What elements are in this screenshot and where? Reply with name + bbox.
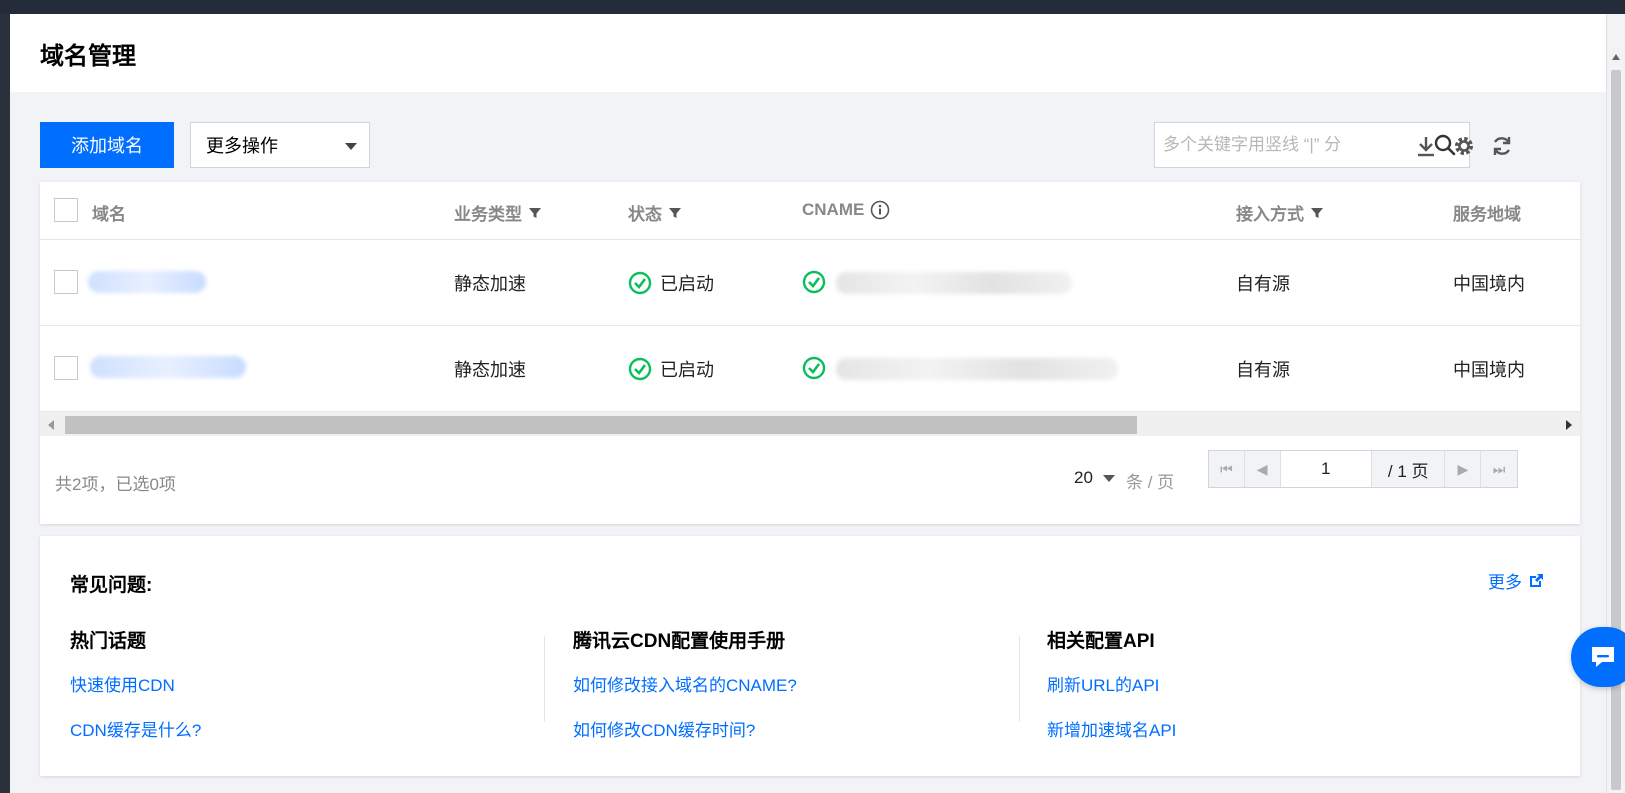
faq-link[interactable]: 刷新URL的API <box>1047 671 1507 696</box>
divider <box>1019 636 1020 722</box>
domain-management-dialog: 域名管理 添加域名 更多操作 多个关键字用竖线 “|” 分 域名 业务类型 状态… <box>10 14 1606 793</box>
column-header-domain: 域名 <box>92 205 126 224</box>
caret-down-icon <box>345 143 357 150</box>
divider <box>544 636 545 722</box>
domain-link-redacted[interactable] <box>88 271 206 293</box>
horizontal-scrollbar[interactable] <box>40 412 1580 436</box>
faq-column-heading: 腾讯云CDN配置使用手册 <box>573 631 786 652</box>
faq-link[interactable]: 如何修改接入域名的CNAME? <box>573 671 1033 696</box>
scroll-left-arrow-icon[interactable] <box>48 420 54 430</box>
prev-page-icon[interactable]: ◀ <box>1244 451 1281 487</box>
success-check-icon <box>628 271 652 295</box>
chat-support-button[interactable] <box>1571 627 1625 687</box>
scroll-up-arrow-icon[interactable] <box>1612 54 1620 60</box>
domain-table: 域名 业务类型 状态 CNAME 接入方式 服务地域 静态加速 已启动 自有源 … <box>40 182 1580 524</box>
faq-panel: 常见问题: 更多 热门话题 快速使用CDN CDN缓存是什么? 腾讯云CDN配置… <box>40 536 1580 776</box>
chat-bubble-icon <box>1592 647 1614 667</box>
biz-type-cell: 静态加速 <box>454 274 526 294</box>
last-page-icon[interactable]: ⏭ <box>1481 451 1517 487</box>
faq-more-link[interactable]: 更多 <box>1488 568 1544 593</box>
faq-link[interactable]: 如何修改CDN缓存时间? <box>573 716 1033 741</box>
table-header: 域名 业务类型 状态 CNAME 接入方式 服务地域 <box>40 182 1580 240</box>
external-link-icon <box>1530 573 1543 587</box>
faq-column-api: 相关配置API 刷新URL的API 新增加速域名API <box>1047 626 1507 761</box>
faq-column-heading: 热门话题 <box>70 631 147 652</box>
status-cell: 已启动 <box>628 270 714 296</box>
download-icon[interactable] <box>1414 134 1438 158</box>
filter-icon[interactable] <box>668 206 682 220</box>
column-header-biz-type: 业务类型 <box>454 200 542 225</box>
column-header-cname: CNAME <box>802 200 890 220</box>
selection-summary: 共2项，已选0项 <box>55 475 176 494</box>
column-header-access: 接入方式 <box>1236 200 1324 225</box>
table-row: 静态加速 已启动 自有源 中国境内 <box>40 326 1580 412</box>
pager-controls: ⏮ ◀ 1 / 1 页 ▶ ⏭ <box>1208 450 1518 488</box>
more-operations-label: 更多操作 <box>206 136 278 156</box>
domain-link-redacted[interactable] <box>90 356 246 378</box>
column-header-status: 状态 <box>628 200 682 225</box>
page-size-select[interactable]: 20 <box>1074 468 1115 488</box>
region-cell: 中国境内 <box>1453 274 1525 294</box>
success-check-icon <box>628 357 652 381</box>
success-check-icon <box>802 270 826 294</box>
column-header-region: 服务地域 <box>1453 205 1521 224</box>
next-page-icon[interactable]: ▶ <box>1445 451 1482 487</box>
status-text: 已启动 <box>660 360 714 380</box>
page-size-unit: 条 / 页 <box>1126 473 1175 492</box>
info-icon[interactable] <box>870 200 890 220</box>
dialog-header: 域名管理 <box>10 14 1606 92</box>
status-text: 已启动 <box>660 274 714 294</box>
page-number-input[interactable]: 1 <box>1281 451 1372 487</box>
table-row: 静态加速 已启动 自有源 中国境内 <box>40 240 1580 326</box>
filter-icon[interactable] <box>528 206 542 220</box>
cname-cell <box>802 356 826 380</box>
status-cell: 已启动 <box>628 356 714 382</box>
faq-more-label: 更多 <box>1488 573 1522 592</box>
cname-value-redacted <box>836 272 1072 294</box>
success-check-icon <box>802 356 826 380</box>
access-cell: 自有源 <box>1236 360 1290 380</box>
faq-column-hot-topics: 热门话题 快速使用CDN CDN缓存是什么? <box>70 626 530 761</box>
cname-cell <box>802 270 826 294</box>
total-pages-label: / 1 页 <box>1371 451 1446 487</box>
faq-column-heading: 相关配置API <box>1047 631 1155 652</box>
biz-type-cell: 静态加速 <box>454 360 526 380</box>
region-cell: 中国境内 <box>1453 360 1525 380</box>
faq-link[interactable]: 快速使用CDN <box>70 671 530 696</box>
add-domain-button[interactable]: 添加域名 <box>40 122 174 168</box>
faq-column-manual: 腾讯云CDN配置使用手册 如何修改接入域名的CNAME? 如何修改CDN缓存时间… <box>573 626 1033 761</box>
window-top-bar <box>0 0 1625 14</box>
page-size-value: 20 <box>1074 468 1093 487</box>
refresh-icon[interactable] <box>1490 134 1514 158</box>
scroll-right-arrow-icon[interactable] <box>1566 420 1572 430</box>
toolbar: 添加域名 更多操作 <box>40 122 1580 168</box>
faq-link[interactable]: 新增加速域名API <box>1047 716 1507 741</box>
cname-value-redacted <box>836 358 1118 380</box>
caret-down-icon <box>1102 474 1115 482</box>
gear-icon[interactable] <box>1452 134 1476 158</box>
scrollbar-thumb[interactable] <box>65 416 1137 434</box>
row-checkbox[interactable] <box>54 356 78 380</box>
select-all-checkbox[interactable] <box>54 198 78 222</box>
first-page-icon[interactable]: ⏮ <box>1209 451 1245 487</box>
faq-link[interactable]: CDN缓存是什么? <box>70 716 530 741</box>
page-title: 域名管理 <box>40 42 136 70</box>
row-checkbox[interactable] <box>54 270 78 294</box>
background-sidebar-strip <box>0 14 10 793</box>
filter-icon[interactable] <box>1310 206 1324 220</box>
more-operations-dropdown[interactable]: 更多操作 <box>190 122 370 168</box>
pagination-bar: 共2项，已选0项 20 条 / 页 ⏮ ◀ 1 / 1 页 ▶ ⏭ <box>40 436 1580 524</box>
search-input[interactable] <box>1155 123 1415 167</box>
access-cell: 自有源 <box>1236 274 1290 294</box>
faq-title: 常见问题: <box>70 575 153 596</box>
